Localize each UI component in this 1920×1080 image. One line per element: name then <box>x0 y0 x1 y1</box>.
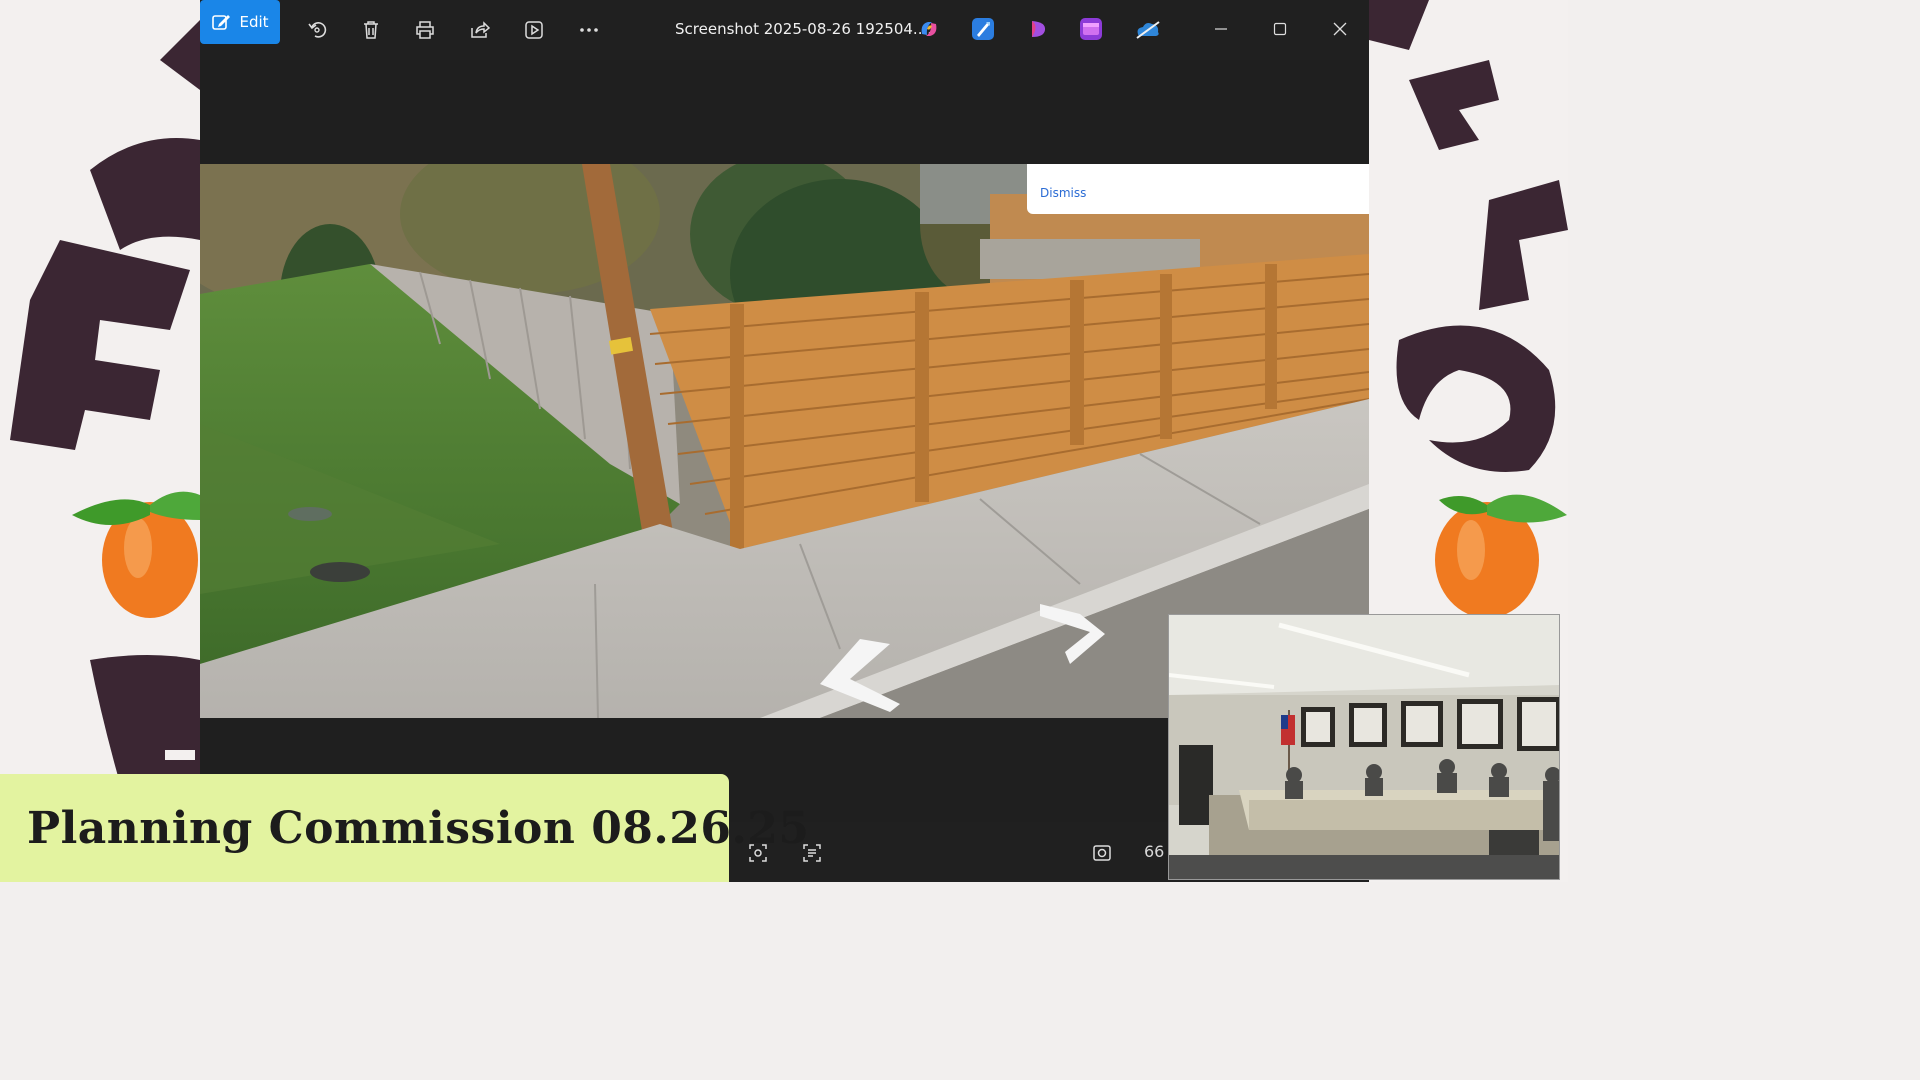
share-icon <box>471 21 491 38</box>
slideshow-icon <box>525 21 543 39</box>
clipchamp-button[interactable] <box>1027 18 1049 40</box>
notification-bar: Dismiss <box>1027 164 1369 214</box>
close-button[interactable] <box>1325 14 1355 44</box>
designer-button[interactable] <box>972 18 994 40</box>
fit-to-window-button[interactable] <box>1089 840 1115 866</box>
onedrive-button[interactable] <box>1134 18 1162 40</box>
title-bar: Edit Screenshot 2025-08-26 192504.... <box>200 0 1369 60</box>
minimize-icon <box>1215 28 1227 30</box>
delete-icon <box>364 21 378 39</box>
file-title: Screenshot 2025-08-26 192504.... <box>675 20 932 38</box>
webcam-feed <box>1168 614 1560 880</box>
copilot-icon <box>921 22 937 36</box>
close-icon <box>1333 22 1347 36</box>
video-editor-button[interactable] <box>1080 18 1102 40</box>
edit-icon <box>212 15 231 30</box>
video-editor-icon <box>1083 23 1099 35</box>
meeting-title: Planning Commission 08.26.25 <box>27 802 810 854</box>
copilot-button[interactable] <box>918 18 940 40</box>
rotate-button[interactable] <box>297 10 337 50</box>
edit-button-label: Edit <box>239 13 269 31</box>
edit-button[interactable]: Edit <box>200 0 280 44</box>
rotate-icon <box>308 22 327 38</box>
print-button[interactable] <box>405 10 445 50</box>
maximize-icon <box>1273 22 1287 36</box>
slideshow-button[interactable] <box>514 10 554 50</box>
more-options-button[interactable] <box>569 10 609 50</box>
dismiss-button[interactable]: Dismiss <box>1040 186 1086 200</box>
print-icon <box>416 21 434 39</box>
onedrive-icon <box>1136 21 1160 39</box>
stream-frame: Edit Screenshot 2025-08-26 192504.... Di… <box>0 0 1568 882</box>
clipchamp-icon <box>1032 21 1046 37</box>
lower-third-caption: Planning Commission 08.26.25 <box>0 774 809 882</box>
fit-icon <box>1093 845 1111 861</box>
maximize-button[interactable] <box>1265 14 1295 44</box>
zoom-level[interactable]: 66 <box>1144 842 1164 861</box>
share-button[interactable] <box>460 10 500 50</box>
delete-button[interactable] <box>351 10 391 50</box>
minimize-button[interactable] <box>1206 14 1236 44</box>
background-branding-left <box>0 0 200 882</box>
more-icon <box>580 28 598 32</box>
designer-icon <box>977 22 990 37</box>
